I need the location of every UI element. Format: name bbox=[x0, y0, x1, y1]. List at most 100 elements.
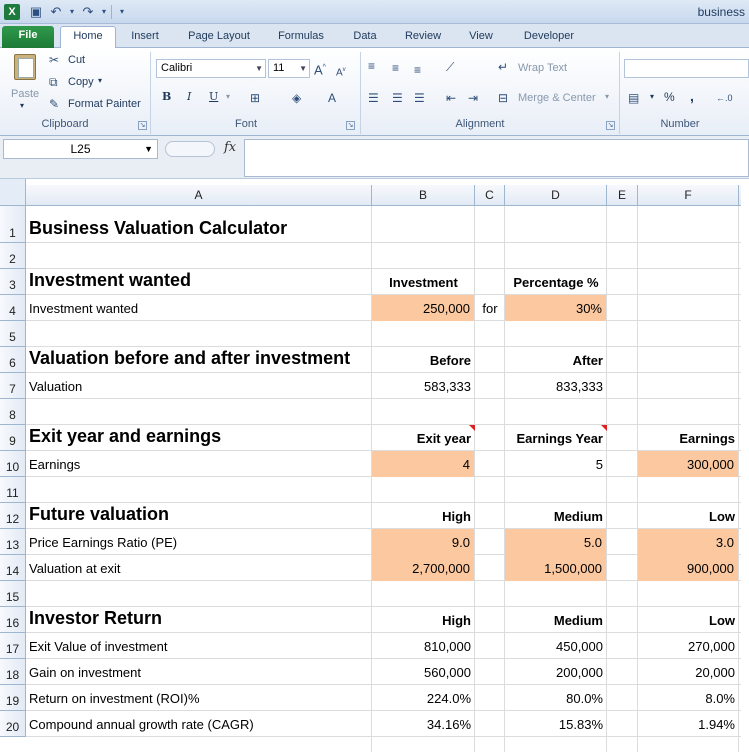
comma-style-button[interactable]: , bbox=[690, 88, 694, 104]
valuation-after-cell[interactable]: 833,333 bbox=[505, 373, 607, 399]
align-bottom-icon[interactable]: ≡ bbox=[414, 62, 421, 78]
align-left-icon[interactable]: ☰ bbox=[368, 90, 379, 106]
after-col-header[interactable]: After bbox=[505, 347, 607, 373]
customize-qat-icon[interactable]: ▾ bbox=[114, 4, 130, 20]
row-header[interactable]: 13 bbox=[0, 529, 26, 555]
return-row-low[interactable]: 1.94% bbox=[638, 711, 739, 737]
copy-dropdown-icon[interactable]: ▾ bbox=[98, 76, 102, 85]
return-row-medium[interactable]: 450,000 bbox=[505, 633, 607, 659]
row-header[interactable]: 9 bbox=[0, 425, 26, 451]
pe-high-input[interactable]: 9.0 bbox=[372, 529, 475, 555]
formula-bar-resize-handle[interactable] bbox=[165, 141, 215, 157]
exit-year-input[interactable]: 4 bbox=[372, 451, 475, 477]
tab-file[interactable]: File bbox=[2, 26, 54, 48]
tab-page-layout[interactable]: Page Layout bbox=[178, 27, 260, 48]
cut-button[interactable]: Cut bbox=[68, 54, 85, 66]
row-header[interactable]: 7 bbox=[0, 373, 26, 399]
tab-review[interactable]: Review bbox=[396, 27, 450, 48]
column-header-e[interactable]: E bbox=[607, 185, 638, 206]
bold-button[interactable]: B bbox=[162, 90, 171, 103]
font-size-select[interactable]: 11 ▼ bbox=[268, 59, 310, 78]
wrap-text-icon[interactable]: ↵ bbox=[498, 59, 508, 75]
percentage-col-header[interactable]: Percentage % bbox=[505, 269, 607, 295]
return-row-label[interactable]: Compound annual growth rate (CAGR) bbox=[26, 711, 372, 737]
valuation-before-cell[interactable]: 583,333 bbox=[372, 373, 475, 399]
future-low-header[interactable]: Low bbox=[638, 503, 739, 529]
for-label[interactable]: for bbox=[475, 295, 505, 321]
return-row-high[interactable]: 34.16% bbox=[372, 711, 475, 737]
return-row-low[interactable]: 270,000 bbox=[638, 633, 739, 659]
row-header[interactable]: 10 bbox=[0, 451, 26, 477]
pe-medium-input[interactable]: 5.0 bbox=[505, 529, 607, 555]
sheet-title[interactable]: Business Valuation Calculator bbox=[26, 206, 372, 243]
increase-indent-icon[interactable]: ⇥ bbox=[468, 90, 478, 106]
earnings-label[interactable]: Earnings bbox=[26, 451, 372, 477]
shrink-font-icon[interactable]: Av bbox=[336, 62, 346, 81]
row-header[interactable]: 19 bbox=[0, 685, 26, 711]
copy-button[interactable]: Copy bbox=[68, 76, 94, 88]
accounting-format-icon[interactable]: ▤ bbox=[628, 90, 639, 106]
future-medium-header[interactable]: Medium bbox=[505, 503, 607, 529]
earnings-year-cell[interactable]: 5 bbox=[505, 451, 607, 477]
row-header[interactable]: 8 bbox=[0, 399, 26, 425]
underline-dropdown-icon[interactable]: ▾ bbox=[226, 92, 230, 101]
italic-button[interactable]: I bbox=[187, 90, 191, 103]
align-middle-icon[interactable]: ≡ bbox=[392, 60, 399, 76]
investment-amount-input[interactable]: 250,000 bbox=[372, 295, 475, 321]
valuation-heading[interactable]: Valuation before and after investment bbox=[26, 347, 372, 373]
accounting-dropdown-icon[interactable]: ▾ bbox=[650, 92, 654, 101]
tab-data[interactable]: Data bbox=[342, 27, 388, 48]
undo-dropdown-icon[interactable]: ▾ bbox=[64, 4, 80, 20]
column-header-a[interactable]: A bbox=[26, 185, 372, 206]
insert-function-button[interactable]: fx bbox=[224, 140, 236, 155]
row-header[interactable]: 12 bbox=[0, 503, 26, 529]
decrease-indent-icon[interactable]: ⇤ bbox=[446, 90, 456, 106]
row-header[interactable]: 2 bbox=[0, 243, 26, 269]
paste-dropdown-icon[interactable]: ▾ bbox=[20, 101, 24, 110]
tab-home[interactable]: Home bbox=[60, 26, 116, 48]
align-center-icon[interactable]: ☰ bbox=[392, 90, 403, 106]
before-col-header[interactable]: Before bbox=[372, 347, 475, 373]
row-header[interactable]: 20 bbox=[0, 711, 26, 737]
earnings-year-col-header[interactable]: Earnings Year bbox=[505, 425, 607, 451]
borders-icon[interactable]: ⊞ bbox=[250, 90, 260, 106]
tab-developer[interactable]: Developer bbox=[512, 27, 586, 48]
worksheet-grid[interactable]: A B C D E F G 12345678910111213141516171… bbox=[0, 179, 749, 752]
align-right-icon[interactable]: ☰ bbox=[414, 90, 425, 106]
return-row-low[interactable]: 8.0% bbox=[638, 685, 739, 711]
valuation-label[interactable]: Valuation bbox=[26, 373, 372, 399]
row-header[interactable]: 11 bbox=[0, 477, 26, 503]
fill-color-icon[interactable]: ◈ bbox=[292, 90, 301, 106]
increase-decimal-icon[interactable]: ←.0 bbox=[716, 90, 733, 106]
cut-icon[interactable]: ✂ bbox=[49, 52, 59, 68]
underline-button[interactable]: U bbox=[209, 90, 218, 103]
redo-icon[interactable]: ↷ bbox=[80, 4, 96, 20]
return-row-high[interactable]: 224.0% bbox=[372, 685, 475, 711]
return-medium-header[interactable]: Medium bbox=[505, 607, 607, 633]
return-low-header[interactable]: Low bbox=[638, 607, 739, 633]
save-icon[interactable]: ▣ bbox=[28, 4, 44, 20]
exit-low-cell[interactable]: 900,000 bbox=[638, 555, 739, 581]
merge-center-icon[interactable]: ⊟ bbox=[498, 90, 508, 106]
exit-high-cell[interactable]: 2,700,000 bbox=[372, 555, 475, 581]
exit-year-col-header[interactable]: Exit year bbox=[372, 425, 475, 451]
select-all-corner[interactable] bbox=[0, 179, 26, 206]
return-row-label[interactable]: Return on investment (ROI)% bbox=[26, 685, 372, 711]
return-row-label[interactable]: Exit Value of investment bbox=[26, 633, 372, 659]
align-top-icon[interactable]: ≡ bbox=[368, 58, 375, 74]
exit-heading[interactable]: Exit year and earnings bbox=[26, 425, 372, 451]
row-header[interactable]: 14 bbox=[0, 555, 26, 581]
return-high-header[interactable]: High bbox=[372, 607, 475, 633]
row-header[interactable]: 4 bbox=[0, 295, 26, 321]
name-box[interactable]: L25 ▼ bbox=[3, 139, 158, 159]
tab-view[interactable]: View bbox=[458, 27, 504, 48]
pe-label[interactable]: Price Earnings Ratio (PE) bbox=[26, 529, 372, 555]
font-color-icon[interactable]: A bbox=[328, 90, 336, 106]
percent-style-button[interactable]: % bbox=[664, 90, 675, 104]
font-name-select[interactable]: Calibri ▼ bbox=[156, 59, 266, 78]
alignment-launcher-icon[interactable]: ↘ bbox=[606, 121, 615, 130]
column-header-c[interactable]: C bbox=[475, 185, 505, 206]
copy-icon[interactable]: ⧉ bbox=[49, 74, 58, 90]
column-header-d[interactable]: D bbox=[505, 185, 607, 206]
column-header-b[interactable]: B bbox=[372, 185, 475, 206]
